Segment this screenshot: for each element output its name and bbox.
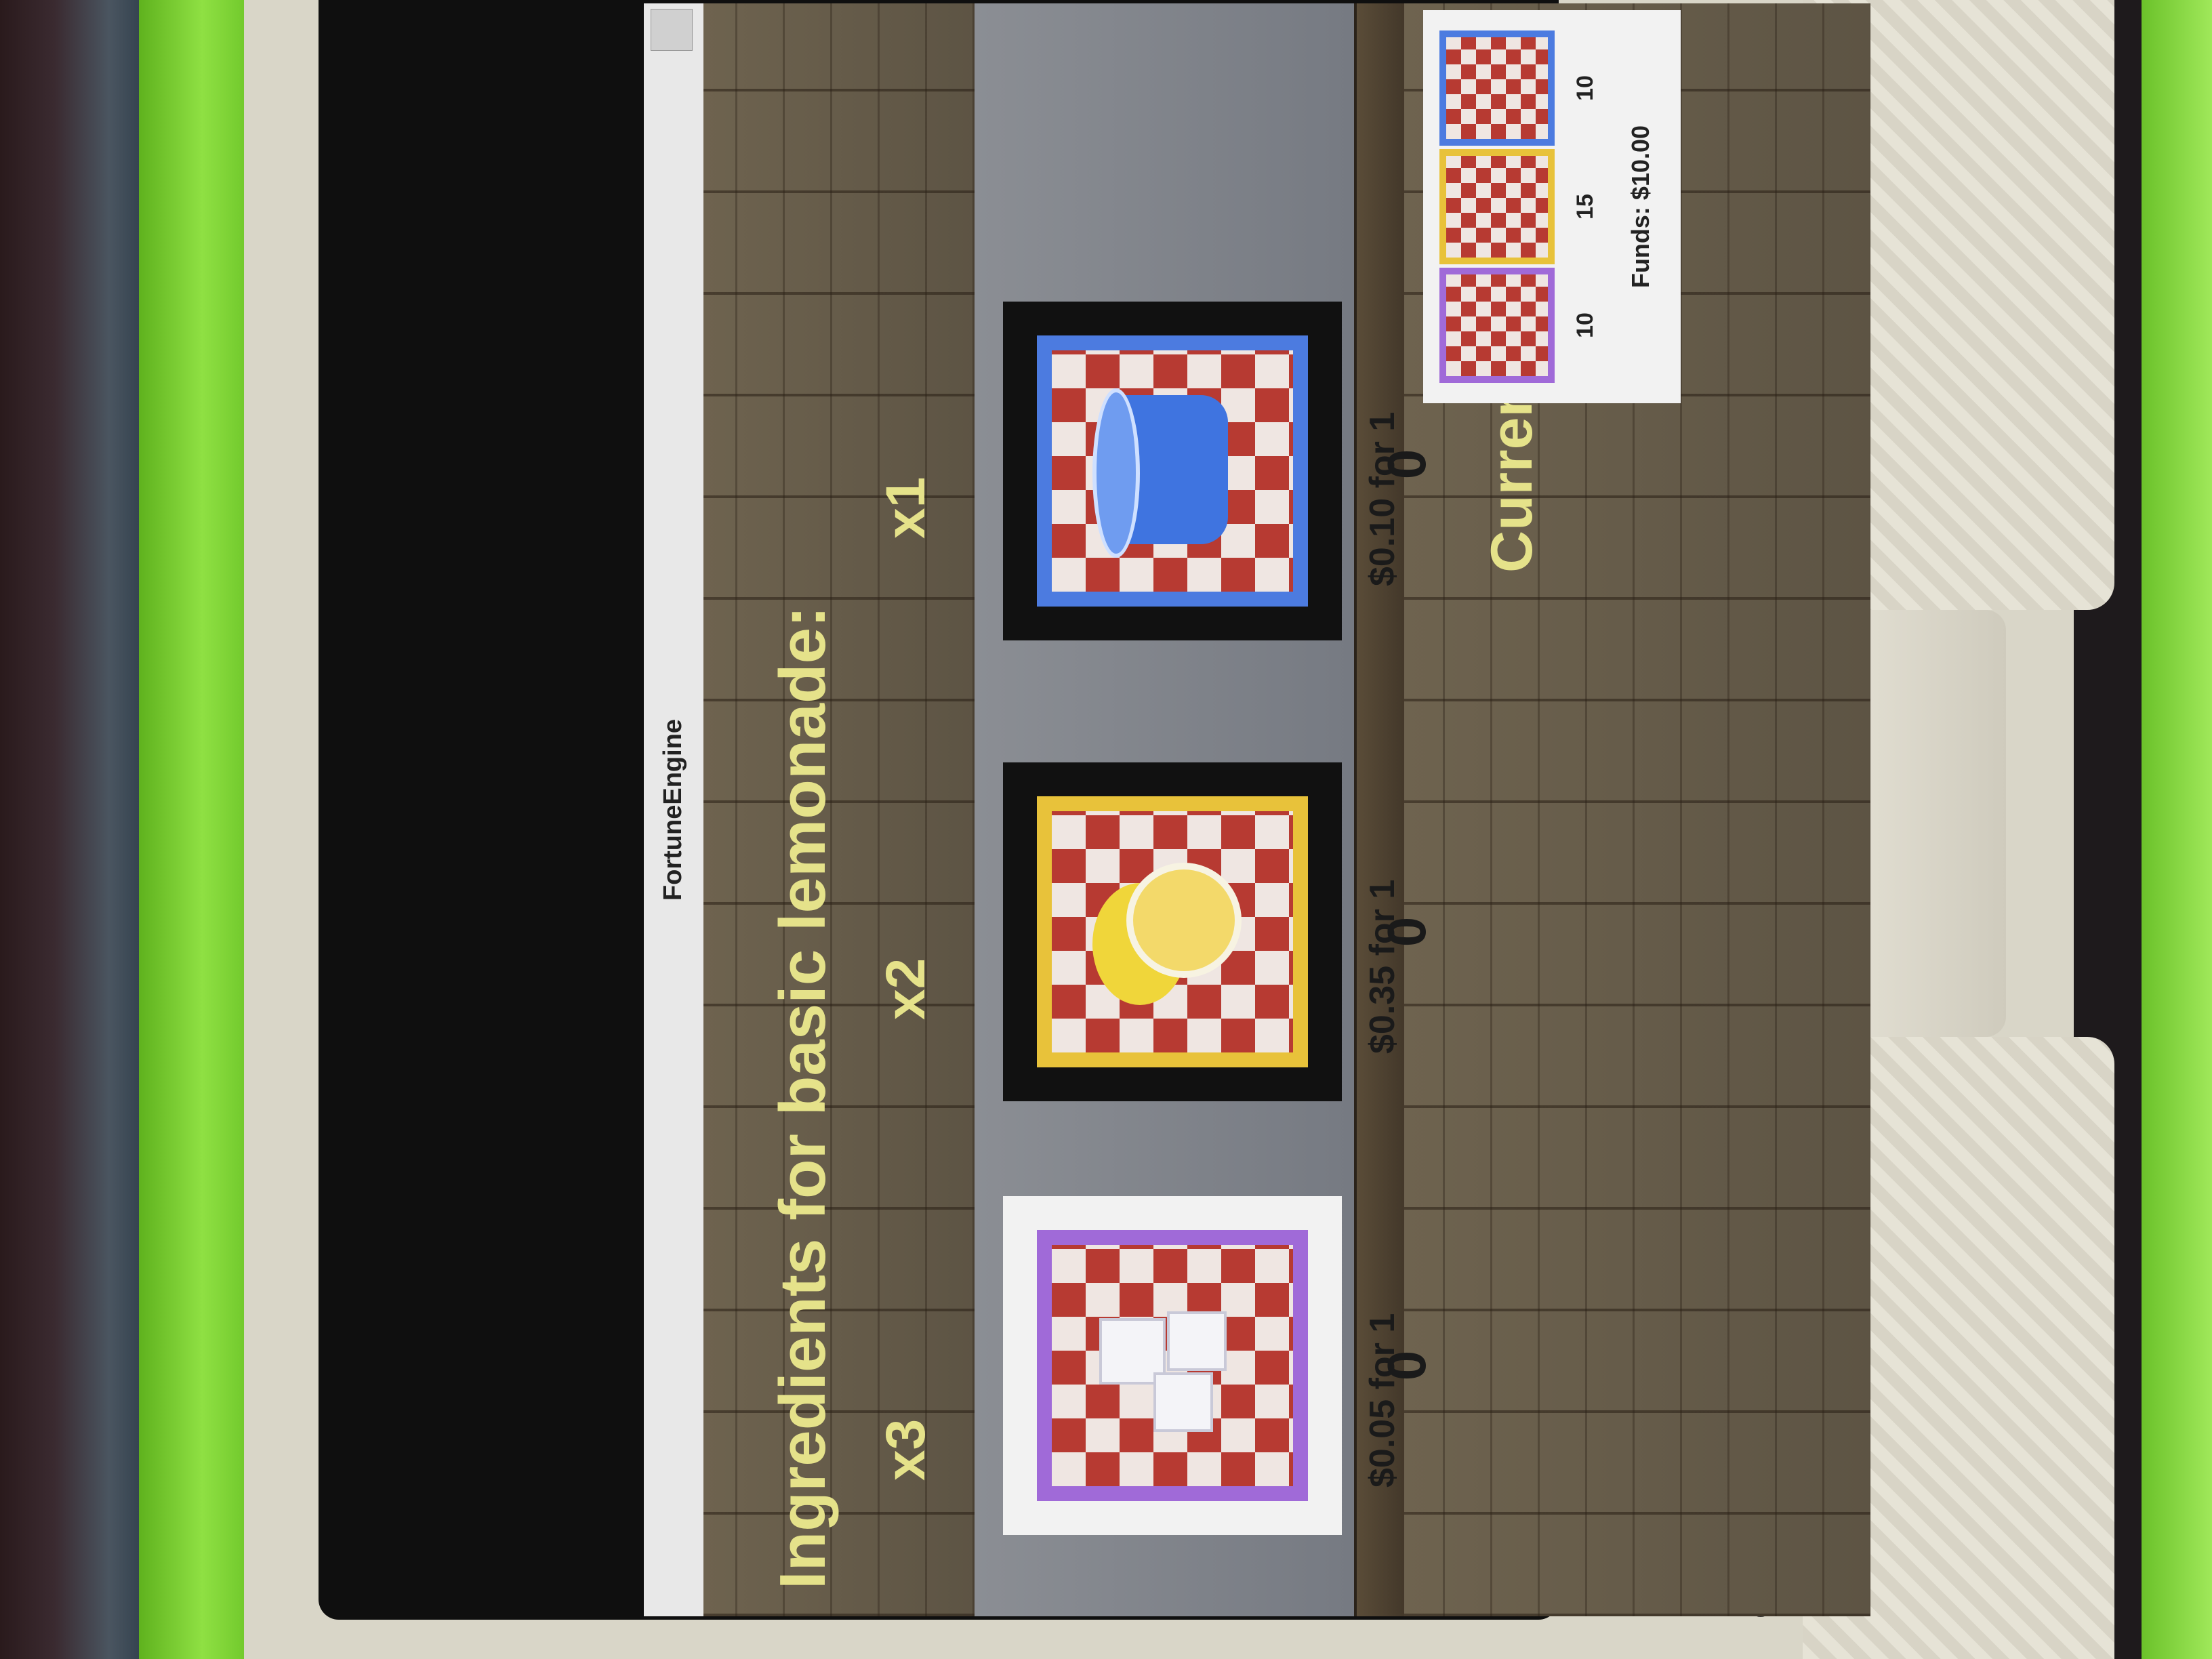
cup-icon [1439, 30, 1555, 146]
laptop-green-edge [2142, 0, 2212, 1659]
window-control-button[interactable] [651, 9, 693, 51]
lemon-multiplier: x2 [875, 958, 937, 1020]
screen: FortuneEngine Ingredients for basic lemo… [319, 0, 1870, 1620]
window-titlebar: FortuneEngine [644, 3, 705, 1616]
cup-quantity[interactable]: 0 [1376, 417, 1438, 512]
ice-multiplier: x3 [875, 1418, 937, 1481]
funds-display: Funds: $10.00 [1626, 125, 1654, 289]
cup-icon [1037, 335, 1308, 607]
supply-item-lemon [1439, 149, 1555, 264]
cup-multiplier: x1 [875, 476, 937, 539]
photo-background [0, 0, 156, 1659]
ice-quantity[interactable]: 0 [1376, 1318, 1438, 1413]
supply-item-ice [1439, 268, 1555, 383]
lemon-quantity[interactable]: 0 [1376, 884, 1438, 979]
supply-count-cup: 10 [1572, 75, 1598, 101]
ingredients-heading: Ingredients for basic lemonade: [766, 606, 839, 1589]
store-item-ice[interactable] [1003, 1196, 1342, 1535]
supplies-panel: 10 15 10 Funds: $10.00 [1423, 10, 1681, 403]
supply-item-cup [1439, 30, 1555, 146]
lemon-icon [1439, 149, 1555, 264]
fortune-engine-window: FortuneEngine Ingredients for basic lemo… [644, 3, 1870, 1616]
laptop-green-bezel [139, 0, 254, 1659]
window-title: FortuneEngine [659, 718, 687, 901]
supply-count-ice: 10 [1572, 312, 1598, 338]
store-item-cup[interactable] [1003, 302, 1342, 640]
supply-count-lemon: 15 [1572, 194, 1598, 220]
lemon-icon [1037, 796, 1308, 1067]
store-item-lemon[interactable] [1003, 762, 1342, 1101]
ice-cubes-icon [1439, 268, 1555, 383]
ice-cubes-icon [1037, 1230, 1308, 1501]
